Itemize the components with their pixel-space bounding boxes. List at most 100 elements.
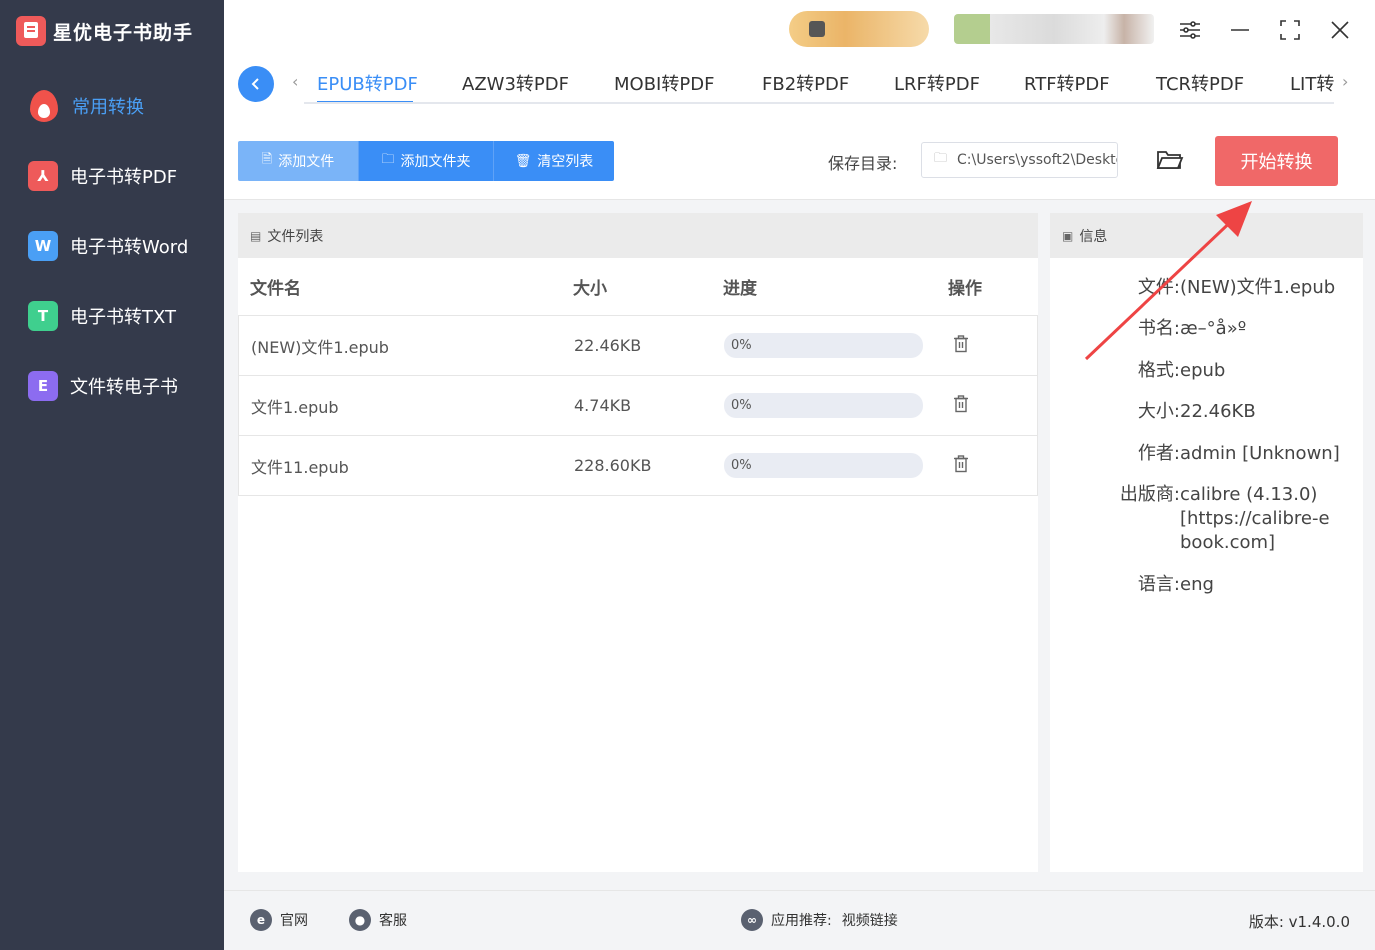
sidebar-item-label: 电子书转PDF bbox=[70, 167, 178, 188]
progress-bar: 0% bbox=[724, 333, 923, 358]
maximize-icon[interactable] bbox=[1276, 16, 1304, 44]
tab-fb2-to-pdf[interactable]: FB2转PDF bbox=[762, 70, 849, 96]
txt-icon: T bbox=[28, 301, 58, 331]
add-file-button[interactable]: 🗎 添加文件 bbox=[238, 141, 359, 181]
sidebar-item-label: 电子书转Word bbox=[70, 237, 189, 258]
progress-bar: 0% bbox=[724, 393, 923, 418]
delete-icon[interactable] bbox=[953, 394, 969, 413]
sidebar-item-file-to-ebook[interactable]: E 文件转电子书 bbox=[28, 368, 178, 404]
file-icon: 🗎 bbox=[261, 152, 273, 167]
website-label: 官网 bbox=[280, 913, 308, 929]
app-logo-icon bbox=[16, 16, 46, 46]
back-button[interactable] bbox=[238, 66, 274, 102]
tab-azw3-to-pdf[interactable]: AZW3转PDF bbox=[462, 70, 569, 96]
tab-rtf-to-pdf[interactable]: RTF转PDF bbox=[1024, 70, 1110, 96]
delete-icon[interactable] bbox=[953, 454, 969, 473]
add-folder-button[interactable]: 🗀 添加文件夹 bbox=[359, 141, 494, 181]
recommend-section: ∞ 应用推荐: 视频链接 bbox=[741, 909, 898, 931]
column-progress: 进度 bbox=[723, 279, 757, 299]
progress-text: 0% bbox=[731, 338, 752, 353]
info-row-format: 格式: epub bbox=[1050, 359, 1363, 383]
clear-list-label: 清空列表 bbox=[537, 154, 594, 170]
table-row[interactable]: 文件1.epub 4.74KB 0% bbox=[238, 376, 1038, 436]
info-row-author: 作者: admin [Unknown] bbox=[1050, 442, 1363, 466]
tab-epub-to-pdf[interactable]: EPUB转PDF bbox=[317, 70, 418, 96]
sidebar-item-ebook-to-pdf[interactable]: ⅄ 电子书转PDF bbox=[28, 158, 177, 194]
info-header: ▣ 信息 bbox=[1050, 213, 1363, 258]
sidebar-item-label: 电子书转TXT bbox=[70, 307, 177, 328]
info-title: 信息 bbox=[1079, 228, 1108, 245]
save-dir-label: 保存目录: bbox=[828, 154, 898, 173]
settings-icon[interactable] bbox=[1176, 16, 1204, 44]
save-dir-input[interactable]: 🗀 C:\Users\yssoft2\Desktop bbox=[921, 142, 1118, 178]
brand: 星优电子书助手 bbox=[16, 14, 193, 48]
info-icon: ▣ bbox=[1062, 228, 1074, 243]
delete-icon[interactable] bbox=[953, 334, 969, 353]
trash-icon: 🗑 bbox=[514, 153, 532, 169]
close-icon[interactable] bbox=[1326, 16, 1354, 44]
file-size: 4.74KB bbox=[574, 396, 632, 415]
progress-text: 0% bbox=[731, 398, 752, 413]
tab-lrf-to-pdf[interactable]: LRF转PDF bbox=[894, 70, 980, 96]
browse-folder-icon[interactable] bbox=[1156, 148, 1184, 172]
file-size: 228.60KB bbox=[574, 456, 652, 475]
info-panel: ▣ 信息 文件: (NEW)文件1.epub 书名: æ–°å»º 格式: ep… bbox=[1050, 213, 1363, 872]
active-tab-indicator bbox=[317, 101, 413, 102]
info-key: 作者: bbox=[1137, 443, 1180, 464]
tab-lit-to-pdf[interactable]: LIT转 bbox=[1290, 70, 1334, 96]
clear-list-button[interactable]: 🗑 清空列表 bbox=[494, 141, 614, 181]
customer-service-link[interactable]: ● 客服 bbox=[349, 909, 407, 931]
folder-outline-icon: 🗀 bbox=[934, 151, 948, 166]
minimize-icon[interactable] bbox=[1226, 16, 1254, 44]
sidebar-item-ebook-to-word[interactable]: W 电子书转Word bbox=[28, 228, 188, 264]
info-value: 22.46KB bbox=[1180, 401, 1256, 422]
flame-icon bbox=[28, 88, 60, 124]
tab-mobi-to-pdf[interactable]: MOBI转PDF bbox=[614, 70, 714, 96]
pdf-icon: ⅄ bbox=[28, 161, 58, 191]
add-folder-label: 添加文件夹 bbox=[400, 154, 471, 170]
column-size: 大小 bbox=[573, 279, 607, 299]
chevron-left-icon[interactable]: ‹ bbox=[292, 72, 298, 91]
recommend-label: 应用推荐: bbox=[771, 913, 832, 929]
toolbar: 🗎 添加文件 🗀 添加文件夹 🗑 清空列表 保存目录: 🗀 C:\Users\y… bbox=[224, 122, 1375, 200]
info-value: æ–°å»º bbox=[1180, 318, 1247, 339]
footer: e 官网 ● 客服 ∞ 应用推荐: 视频链接 版本: v1.4.0.0 bbox=[224, 890, 1375, 950]
save-dir-value: C:\Users\yssoft2\Desktop bbox=[957, 152, 1118, 168]
table-row[interactable]: (NEW)文件1.epub 22.46KB 0% bbox=[238, 316, 1038, 376]
chevron-right-icon[interactable]: › bbox=[1342, 72, 1348, 91]
progress-text: 0% bbox=[731, 458, 752, 473]
file-name: 文件1.epub bbox=[251, 397, 339, 417]
user-account[interactable] bbox=[954, 14, 1154, 44]
list-icon: ▤ bbox=[250, 228, 262, 243]
file-list-title: 文件列表 bbox=[267, 228, 324, 245]
video-link[interactable]: 视频链接 bbox=[842, 910, 898, 930]
info-value: eng bbox=[1180, 574, 1214, 595]
sidebar-item-label: 常用转换 bbox=[72, 97, 144, 118]
column-actions: 操作 bbox=[948, 279, 982, 299]
version-text: 版本: v1.4.0.0 bbox=[1248, 913, 1350, 931]
file-size: 22.46KB bbox=[574, 336, 642, 355]
table-header: 文件名 大小 进度 操作 bbox=[238, 258, 1038, 316]
info-row-publisher: 出版商: calibre (4.13.0) [https://calibre-e… bbox=[1050, 483, 1363, 555]
sidebar-item-ebook-to-txt[interactable]: T 电子书转TXT bbox=[28, 298, 176, 334]
progress-cell: 0% bbox=[712, 333, 937, 358]
actions-cell bbox=[937, 454, 1037, 477]
website-link[interactable]: e 官网 bbox=[250, 909, 308, 931]
progress-cell: 0% bbox=[712, 453, 937, 478]
info-key: 格式: bbox=[1137, 360, 1180, 381]
actions-cell bbox=[937, 334, 1037, 357]
folder-icon: 🗀 bbox=[381, 152, 395, 167]
sidebar-item-common-convert[interactable]: 常用转换 bbox=[28, 88, 144, 124]
info-value: epub bbox=[1180, 360, 1226, 381]
actions-cell bbox=[937, 394, 1037, 417]
vip-badge[interactable] bbox=[789, 11, 929, 47]
link-icon: ∞ bbox=[741, 909, 763, 931]
info-key: 文件: bbox=[1137, 277, 1180, 298]
service-label: 客服 bbox=[379, 913, 407, 929]
progress-cell: 0% bbox=[712, 393, 937, 418]
start-convert-button[interactable]: 开始转换 bbox=[1215, 136, 1338, 186]
tab-tcr-to-pdf[interactable]: TCR转PDF bbox=[1156, 70, 1244, 96]
info-row-language: 语言: eng bbox=[1050, 573, 1363, 597]
info-key: 大小: bbox=[1137, 401, 1180, 422]
table-row[interactable]: 文件11.epub 228.60KB 0% bbox=[238, 436, 1038, 496]
